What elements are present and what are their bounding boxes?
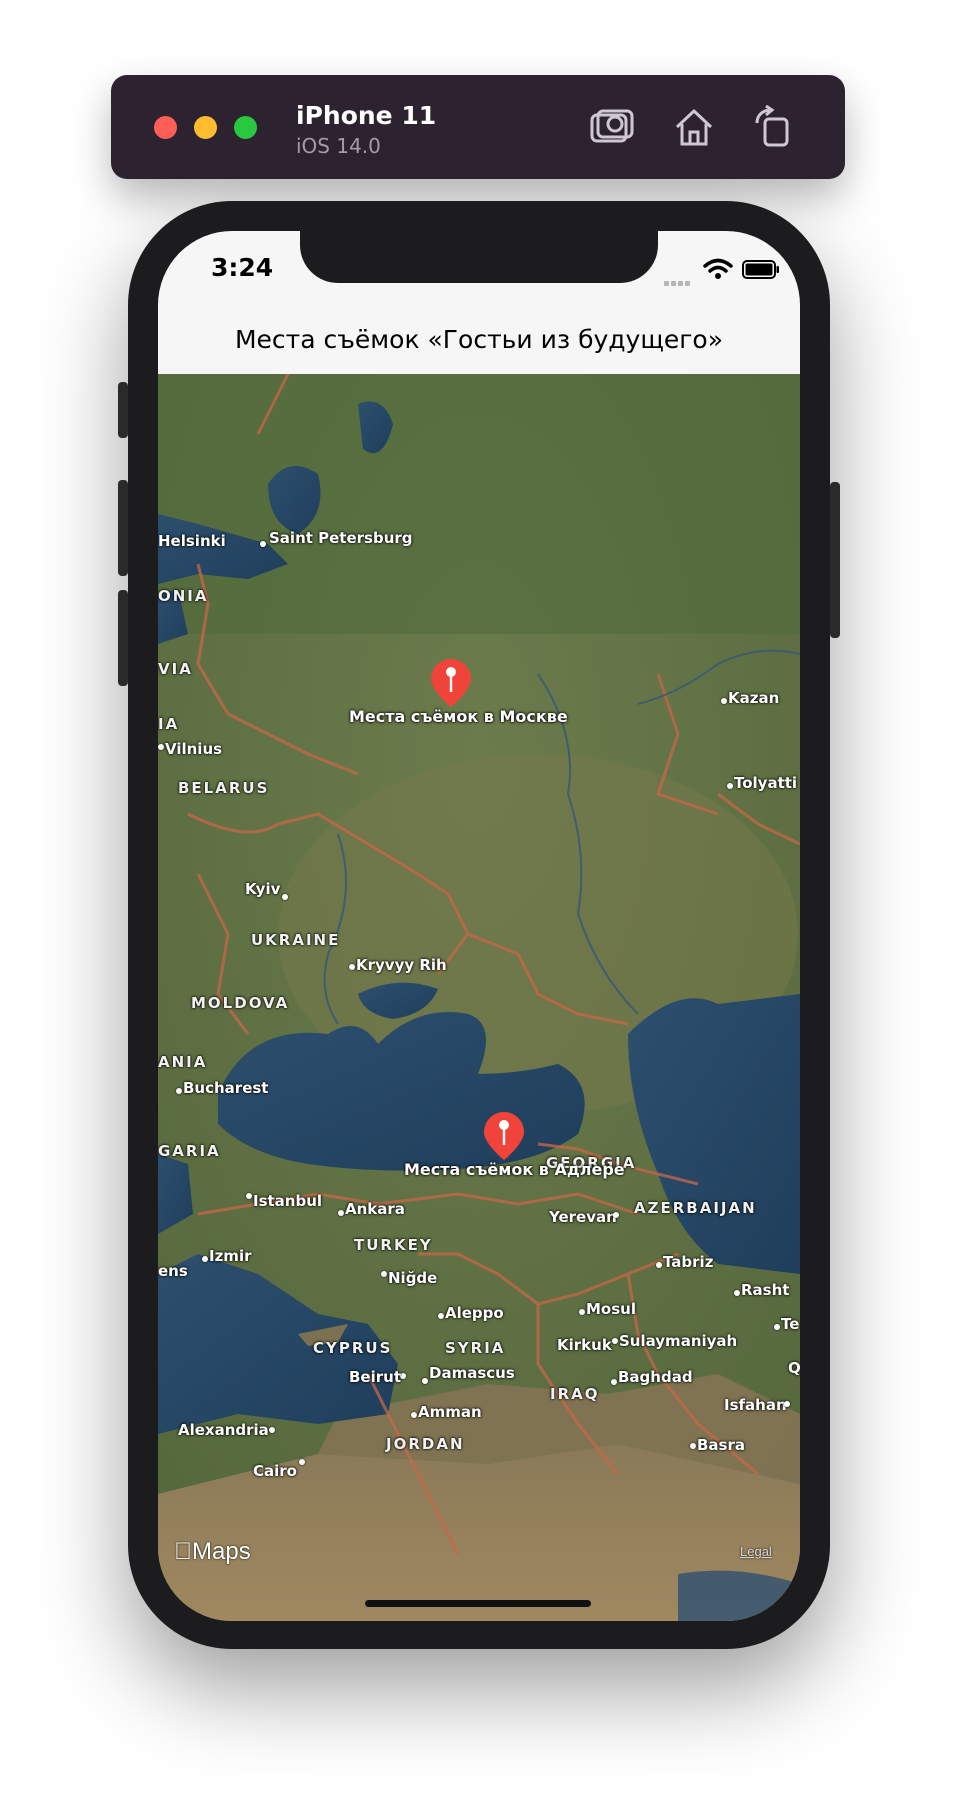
city-label-basra: Basra	[697, 1436, 746, 1454]
battery-icon	[742, 260, 779, 279]
country-label-turkey: TURKEY	[354, 1236, 433, 1254]
status-time: 3:24	[211, 253, 274, 282]
annotation-label-moscow[interactable]: Места съёмок в Москве	[349, 707, 568, 726]
city-dot	[246, 1193, 252, 1199]
city-label-helsinki: Helsinki	[158, 532, 226, 550]
annotation-label-adler[interactable]: Места съёмок в Адлере	[404, 1160, 625, 1179]
home-icon[interactable]	[671, 105, 717, 149]
country-label-romania: ANIA	[158, 1053, 208, 1071]
power-button	[830, 482, 840, 638]
city-dot	[299, 1459, 305, 1465]
city-dot	[611, 1379, 617, 1385]
city-label-isfahan: Isfahan	[724, 1396, 787, 1414]
country-label-moldova: MOLDOVA	[191, 994, 290, 1012]
city-dot	[727, 783, 733, 789]
maps-attribution-text: Maps	[174, 1538, 251, 1565]
city-dot	[338, 1210, 344, 1216]
city-dot	[202, 1256, 208, 1262]
city-label-bucharest: Bucharest	[183, 1079, 269, 1097]
legal-link[interactable]: Legal	[740, 1544, 772, 1559]
country-label-belarus: BELARUS	[178, 779, 270, 797]
volume-down-button	[118, 590, 128, 686]
city-dot	[381, 1271, 387, 1277]
city-dot	[579, 1309, 585, 1315]
city-dot	[438, 1313, 444, 1319]
map-pin-icon[interactable]	[482, 1110, 526, 1162]
screenshot-icon[interactable]	[589, 105, 635, 149]
device-name: iPhone 11	[296, 101, 437, 130]
close-window-button[interactable]	[154, 116, 177, 139]
city-dot	[690, 1443, 696, 1449]
city-label-kazan: Kazan	[728, 689, 780, 707]
city-dot	[422, 1378, 428, 1384]
city-label-kryvyy-rih: Kryvyy Rih	[356, 956, 447, 974]
country-label-latvia: VIA	[158, 660, 193, 678]
city-label-izmir: Izmir	[209, 1247, 252, 1265]
volume-up-button	[118, 480, 128, 576]
city-label-damascus: Damascus	[429, 1364, 515, 1382]
city-label-yerevan: Yerevan	[549, 1208, 617, 1226]
city-dot	[774, 1324, 780, 1330]
country-label-cyprus: CYPRUS	[313, 1339, 393, 1357]
city-label-rasht: Rasht	[741, 1281, 790, 1299]
city-label-mosul: Mosul	[586, 1300, 636, 1318]
city-label-kyiv: Kyiv	[245, 880, 281, 898]
city-dot	[784, 1401, 790, 1407]
map-pin-icon[interactable]	[429, 657, 473, 709]
city-label-tolyatti: Tolyatti	[734, 774, 798, 792]
city-label-vilnius: Vilnius	[165, 740, 223, 758]
city-dot	[269, 1427, 275, 1433]
country-label-bulgaria: GARIA	[158, 1142, 221, 1160]
wifi-icon	[703, 258, 733, 279]
country-label-iraq: IRAQ	[550, 1385, 600, 1403]
city-label-kirkuk: Kirkuk	[557, 1336, 612, 1354]
signal-icon	[664, 273, 692, 291]
city-dot	[176, 1088, 182, 1094]
city-label-istanbul: Istanbul	[253, 1192, 323, 1210]
city-dot	[612, 1338, 618, 1344]
city-dot	[260, 541, 266, 547]
city-dot	[721, 698, 727, 704]
city-label-nigde: Niğde	[388, 1269, 438, 1287]
zoom-window-button[interactable]	[234, 116, 257, 139]
city-label-cairo: Cairo	[253, 1462, 297, 1480]
city-dot	[158, 744, 164, 750]
city-dot	[282, 894, 288, 900]
city-label-tabriz: Tabriz	[663, 1253, 714, 1271]
city-label-ankara: Ankara	[345, 1200, 405, 1218]
country-label-ukraine: UKRAINE	[251, 931, 341, 949]
os-version: iOS 14.0	[296, 134, 381, 158]
city-label-athens: ens	[158, 1262, 188, 1280]
notch	[300, 231, 658, 283]
city-label-baghdad: Baghdad	[618, 1368, 693, 1386]
apple-logo-icon: 	[174, 1538, 192, 1565]
rotate-icon[interactable]	[751, 104, 797, 149]
country-label-estonia: ONIA	[158, 587, 209, 605]
city-dot	[734, 1290, 740, 1296]
city-label-tehran: Te	[781, 1315, 800, 1333]
city-label-amman: Amman	[418, 1403, 482, 1421]
city-dot	[613, 1212, 619, 1218]
city-dot	[411, 1412, 417, 1418]
minimize-window-button[interactable]	[194, 116, 217, 139]
country-label-azerbaijan: AZERBAIJAN	[634, 1199, 757, 1217]
page-title: Места съёмок «Гостьи из будущего»	[234, 325, 724, 354]
city-dot	[349, 964, 355, 970]
device-screen: 3:24 Места съёмок «Гостьи из будущего» H…	[158, 231, 800, 1621]
city-label-beirut: Beirut	[349, 1368, 401, 1386]
city-label-aleppo: Aleppo	[445, 1304, 504, 1322]
apple-maps-logo: Maps	[174, 1538, 251, 1566]
city-label-saint-petersburg: Saint Petersburg	[269, 529, 413, 547]
city-label-alexandria: Alexandria	[178, 1421, 269, 1439]
country-label-syria: SYRIA	[445, 1339, 506, 1357]
simulator-title-bar: iPhone 11 iOS 14.0	[111, 75, 845, 179]
city-label-qom: Qom	[788, 1359, 800, 1377]
city-dot	[656, 1262, 662, 1268]
home-indicator[interactable]	[365, 1600, 591, 1607]
mute-switch	[118, 382, 128, 438]
map-view[interactable]: Helsinki Saint Petersburg ONIA VIA IA Ka…	[158, 374, 800, 1621]
country-label-lithuania: IA	[158, 715, 180, 733]
city-label-sulaymaniyah: Sulaymaniyah	[619, 1332, 738, 1350]
country-label-jordan: JORDAN	[386, 1435, 465, 1453]
